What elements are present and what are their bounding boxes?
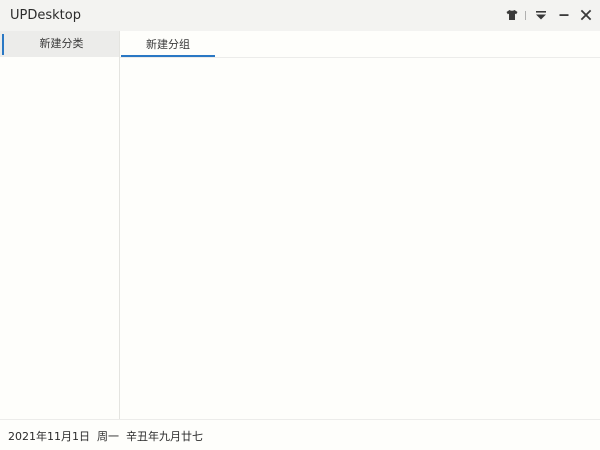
tab-new-group[interactable]: 新建分组 [121, 31, 215, 57]
active-tab-indicator [121, 55, 215, 57]
close-icon[interactable] [579, 8, 593, 22]
app-window: UPDesktop 新建分类 新建分组 2021年11月1日 周一 辛丑年九月廿… [0, 0, 600, 450]
group-tab-bar: 新建分组 [120, 31, 600, 58]
status-bar: 2021年11月1日 周一 辛丑年九月廿七 [0, 419, 600, 450]
main-panel: 新建分组 [120, 31, 600, 419]
sidebar-item-new-category[interactable]: 新建分类 [0, 31, 119, 57]
date-display: 2021年11月1日 周一 辛丑年九月廿七 [8, 430, 203, 443]
titlebar-separator [525, 11, 526, 20]
sidebar-item-label: 新建分类 [39, 37, 84, 50]
title-bar[interactable]: UPDesktop [0, 0, 600, 31]
tab-label: 新建分组 [146, 38, 190, 51]
app-title: UPDesktop [10, 8, 81, 23]
category-sidebar: 新建分类 [0, 31, 120, 419]
dropdown-menu-icon[interactable] [534, 8, 548, 22]
tshirt-icon[interactable] [505, 8, 519, 22]
minimize-icon[interactable] [557, 8, 571, 22]
